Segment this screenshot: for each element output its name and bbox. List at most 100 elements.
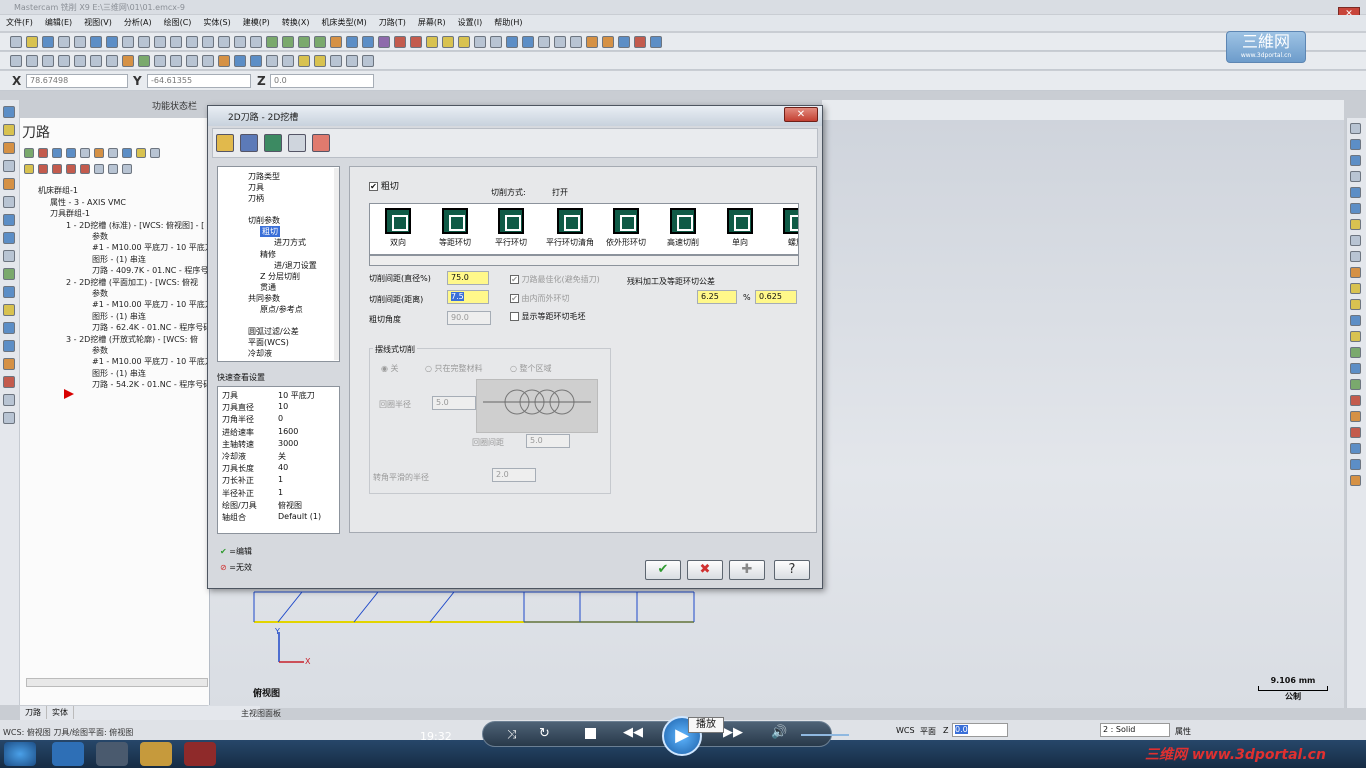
param-tree-item[interactable]: Z 分层切削 [260,271,300,282]
tree-op3-geometry[interactable]: 图形 - (1) 串连 [92,368,146,379]
optimize-checkbox[interactable]: ✔ 刀路最佳化(避免插刀) [510,274,600,285]
param-tree-item[interactable]: 冷却液 [248,348,272,359]
param-tree-item[interactable]: 刀路类型 [248,171,280,182]
menu-xform[interactable]: 转换(X) [276,15,316,30]
panel-hscrollbar[interactable] [26,678,208,687]
tool-o-icon[interactable] [3,358,15,370]
rough-enable-checkbox[interactable]: ✔ 粗切 [369,179,399,192]
strategy-true-spiral[interactable]: 螺旋 [768,208,798,248]
fillet-icon[interactable] [74,55,86,67]
tool-b-icon[interactable] [3,124,15,136]
tree-op3-tool[interactable]: #1 - M10.00 平底刀 - 10 平底刀 [92,356,213,367]
r-tool-20-icon[interactable] [1350,427,1361,438]
tree-op1-toolpath[interactable]: 刀路 - 409.7K - 01.NC - 程序号码 [92,265,216,276]
delete-icon[interactable] [490,36,502,48]
translate-icon[interactable] [522,36,534,48]
tab-solids[interactable]: 实体 [47,706,74,719]
zoom-icon[interactable] [170,36,182,48]
toolpath-hsm-icon[interactable] [314,55,326,67]
print-icon[interactable] [58,36,70,48]
view-menu-icon[interactable] [330,36,342,48]
offset-icon[interactable] [570,36,582,48]
menu-model[interactable]: 建模(P) [237,15,276,30]
tool-d-icon[interactable] [3,160,15,172]
single-op-icon[interactable] [94,164,104,174]
verify-ops-icon[interactable] [94,148,104,158]
rectangle-icon[interactable] [90,55,102,67]
loop-spacing-input[interactable]: 5.0 [526,434,570,448]
r-tool-7-icon[interactable] [1350,219,1361,230]
tool-f-icon[interactable] [3,196,15,208]
zoom-window-icon[interactable] [154,36,166,48]
scroll-arrow-icon[interactable] [80,164,90,174]
media-icon[interactable] [96,742,128,766]
start-button-icon[interactable] [4,742,36,766]
param-tree-item[interactable]: 平面(WCS) [248,337,289,348]
menu-settings[interactable]: 设置(I) [452,15,489,30]
tool-p-icon[interactable] [3,376,15,388]
rotate-icon[interactable] [218,36,230,48]
view-side-icon[interactable] [298,36,310,48]
volume-icon[interactable]: 🔊 [771,725,787,740]
move-down-icon[interactable] [38,164,48,174]
dynamic-rotate-icon[interactable] [234,36,246,48]
menu-help[interactable]: 帮助(H) [488,15,528,30]
menu-file[interactable]: 文件(F) [0,15,39,30]
tree-op2-toolpath[interactable]: 刀路 - 62.4K - 01.NC - 程序号码 [92,322,211,333]
strategy-morph-spiral[interactable]: 依外形环切 [598,208,654,248]
stepover-pct-input[interactable]: 75.0 [447,271,489,285]
add-button[interactable]: ✚ [729,560,765,580]
z-depth-field[interactable]: 0.0 [952,723,1008,737]
show-stock-checkbox[interactable]: 显示等距环切毛坯 [510,311,586,322]
backplot-icon[interactable] [586,36,598,48]
select-all-ops-icon[interactable] [24,148,34,158]
lock-settings-icon[interactable] [312,134,330,152]
repeat-icon[interactable]: ↻ [539,726,550,741]
save-defaults-icon[interactable] [240,134,258,152]
previous-icon[interactable]: ◀◀ [623,725,643,740]
shaded-solid-icon[interactable] [394,36,406,48]
circle-icon[interactable] [58,55,70,67]
tool-i-icon[interactable] [3,250,15,262]
mirror-icon[interactable] [506,36,518,48]
expand-icon[interactable] [150,148,160,158]
ie-icon[interactable] [52,742,84,766]
select-failed-icon[interactable] [38,148,48,158]
menu-toolpaths[interactable]: 刀路(T) [373,15,412,30]
highfeed-icon[interactable] [136,148,146,158]
open-file-icon[interactable] [26,36,38,48]
tree-op2-geometry[interactable]: 图形 - (1) 串连 [92,311,146,322]
fit-icon[interactable] [122,36,134,48]
strategy-one-way[interactable]: 单向 [712,208,768,248]
volume-slider[interactable] [801,734,849,736]
window-icon[interactable] [554,36,566,48]
r-tool-21-icon[interactable] [1350,443,1361,454]
menu-analyze[interactable]: 分析(A) [118,15,158,30]
r-tool-3-icon[interactable] [1350,155,1361,166]
x-coordinate-field[interactable]: 78.67498 [26,74,128,88]
r-tool-16-icon[interactable] [1350,363,1361,374]
level-field[interactable]: 2 : Solid [1100,723,1170,737]
r-tool-6-icon[interactable] [1350,203,1361,214]
move-up-icon[interactable] [52,164,62,174]
trim-icon[interactable] [170,55,182,67]
regen-selected-icon[interactable] [52,148,62,158]
regen-icon[interactable] [634,36,646,48]
verify-icon[interactable] [602,36,614,48]
line-icon[interactable] [26,55,38,67]
transform-icon[interactable] [330,55,342,67]
stepover-dist-input[interactable]: 7.5 [447,290,489,304]
strategy-constant-overlap[interactable]: 等距环切 [427,208,483,248]
r-tool-8-icon[interactable] [1350,235,1361,246]
tool-r-icon[interactable] [3,412,15,424]
tree-op3-params[interactable]: 参数 [92,345,108,356]
trochoid-all-radio[interactable]: ○ 整个区域 [510,363,552,374]
unzoom-icon[interactable] [186,36,198,48]
tree-op1-params[interactable]: 参数 [92,231,108,242]
cut-icon[interactable] [74,36,86,48]
tool-e-icon[interactable] [3,178,15,190]
tree-op2-params[interactable]: 参数 [92,288,108,299]
backplot-ops-icon[interactable] [80,148,90,158]
param-tree-item[interactable]: 精修 [260,249,276,260]
inside-out-checkbox[interactable]: ✔ 由内而外环切 [510,293,570,304]
